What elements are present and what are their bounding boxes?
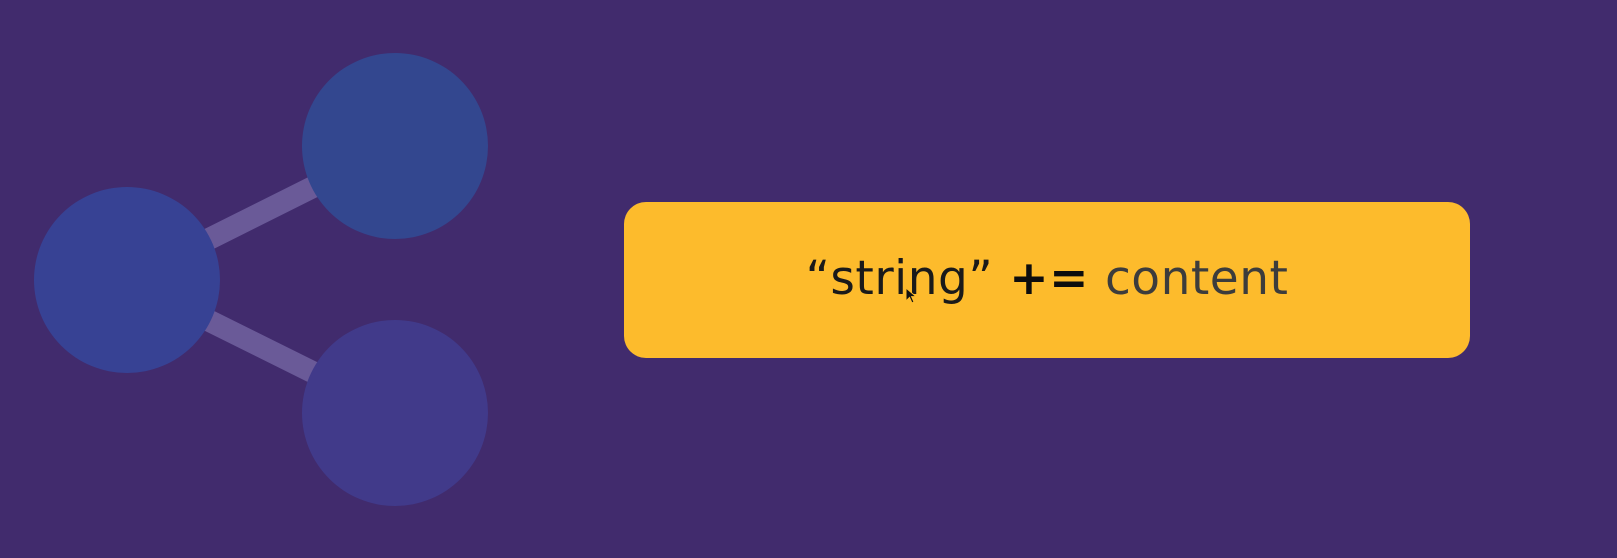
share-icon bbox=[34, 53, 488, 506]
share-node-top bbox=[302, 53, 488, 239]
expression-text: “string” += content bbox=[806, 255, 1289, 302]
operator-token: += bbox=[1009, 250, 1089, 306]
mouse-pointer-icon bbox=[905, 287, 918, 304]
content-token: content bbox=[1104, 250, 1289, 306]
share-node-bottom bbox=[302, 320, 488, 506]
expression-card: “string” += content bbox=[624, 202, 1470, 358]
share-node-left bbox=[34, 187, 220, 373]
slide-canvas: “string” += content bbox=[0, 0, 1617, 558]
string-token: “string” bbox=[805, 250, 994, 306]
